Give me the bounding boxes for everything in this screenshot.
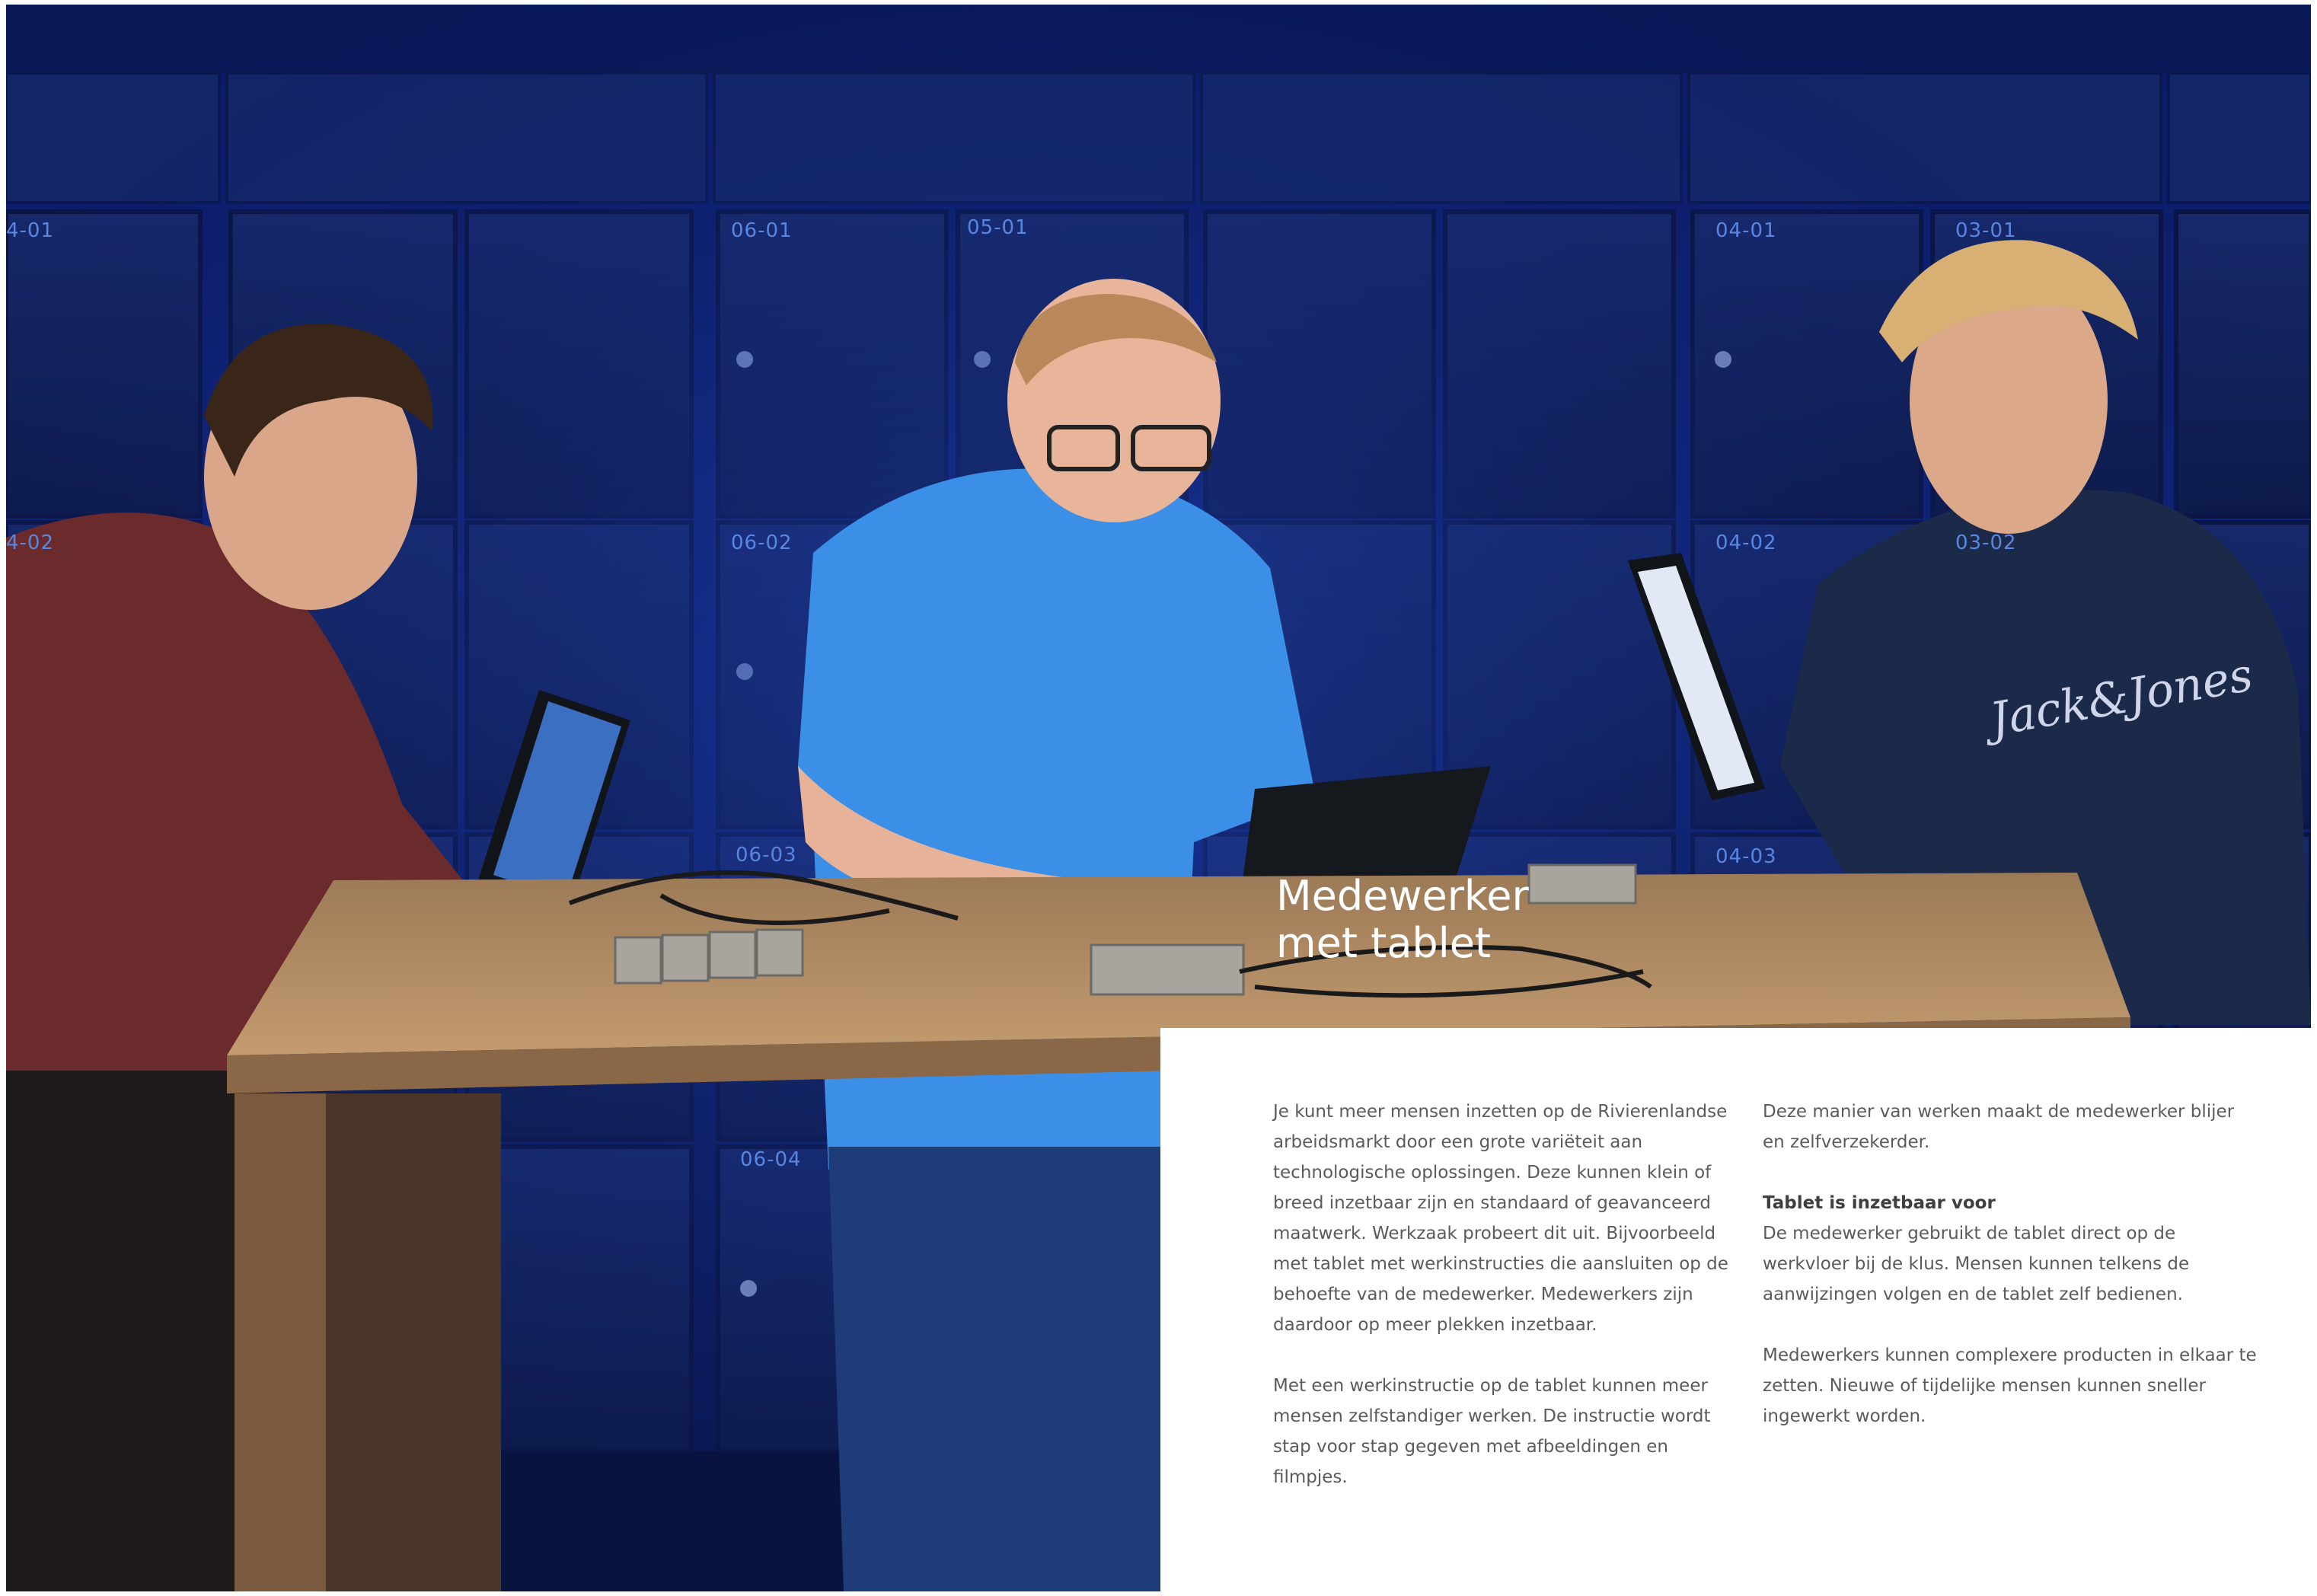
page-title: Medewerker met tablet (1276, 873, 1529, 967)
text-column-left: Je kunt meer mensen inzetten op de Rivie… (1273, 1096, 1745, 1492)
paragraph-text: De medewerker gebruikt de tablet direct … (1763, 1224, 2190, 1304)
locker-number: 06-03 (736, 844, 797, 867)
paragraph-with-subheading: Tablet is inzetbaar voor De medewerker g… (1763, 1188, 2258, 1310)
locker-number: 03-01 (1955, 219, 2017, 242)
locker-number: 04-02 (1715, 531, 1777, 554)
locker-number: 06-04 (740, 1148, 802, 1171)
text-panel: Je kunt meer mensen inzetten op de Rivie… (1160, 1028, 2317, 1596)
paragraph: Deze manier van werken maakt de medewerk… (1763, 1102, 2235, 1152)
page-title-line: Medewerker (1276, 872, 1529, 920)
locker-number: 4-02 (6, 531, 55, 554)
subheading: Tablet is inzetbaar voor (1763, 1193, 1996, 1213)
locker-number: 06-02 (731, 531, 793, 554)
paragraph: Medewerkers kunnen complexere producten … (1763, 1345, 2257, 1426)
locker-number: 03-02 (1955, 531, 2017, 554)
page-title-line: met tablet (1276, 919, 1492, 967)
paragraph: Met een werkinstructie op de tablet kunn… (1273, 1376, 1711, 1487)
brochure-page: Jack&Jones 4-01 06-01 05-01 04-01 03-01 … (0, 0, 2317, 1596)
locker-number: 04-01 (1715, 219, 1777, 242)
text-column-right: Deze manier van werken maakt de medewerk… (1763, 1096, 2258, 1432)
locker-number: 05-01 (967, 216, 1029, 239)
locker-number: 04-03 (1715, 845, 1777, 868)
paragraph: Je kunt meer mensen inzetten op de Rivie… (1273, 1102, 1728, 1335)
locker-number: 4-01 (6, 219, 55, 242)
locker-number: 06-01 (731, 219, 793, 242)
